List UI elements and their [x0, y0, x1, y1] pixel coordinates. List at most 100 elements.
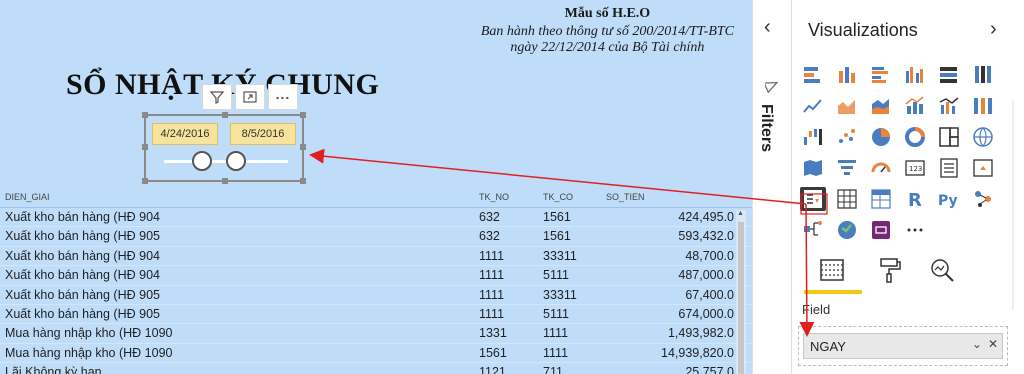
filter-icon[interactable]: [202, 84, 232, 110]
key-influencers-icon[interactable]: [970, 187, 996, 211]
power-apps-icon[interactable]: [868, 218, 894, 242]
line-chart-icon[interactable]: [800, 94, 826, 118]
start-date-input[interactable]: 4/24/2016: [152, 123, 218, 145]
resize-handle[interactable]: [222, 178, 228, 184]
svg-text:R: R: [908, 190, 922, 211]
resize-handle[interactable]: [142, 112, 148, 118]
cell-dien-giai: Xuất kho bán hàng (HĐ 905: [5, 287, 160, 302]
svg-text:123: 123: [909, 165, 922, 173]
table-scrollbar[interactable]: ▲: [736, 210, 746, 374]
scrollbar-thumb[interactable]: [738, 222, 744, 374]
column-header-tk-no[interactable]: TK_NO: [479, 186, 509, 208]
filters-pane-label[interactable]: Filters: [757, 104, 775, 152]
cell-so-tien: 1,493,982.0: [667, 326, 734, 341]
stacked-column-chart-icon[interactable]: [834, 63, 860, 87]
funnel-icon[interactable]: [834, 156, 860, 180]
cell-tk-co: 711: [543, 365, 563, 374]
donut-chart-icon[interactable]: [902, 125, 928, 149]
table-row: Mua hàng nhập kho (HĐ 1090 1331 1111 1,493,…: [0, 324, 752, 344]
fields-tab-icon[interactable]: [814, 252, 850, 288]
chevron-right-icon[interactable]: ›: [990, 18, 997, 41]
filled-map-icon[interactable]: [800, 156, 826, 180]
clustered-bar-chart-icon[interactable]: [868, 63, 894, 87]
visualizations-title: Visualizations: [808, 20, 918, 40]
map-icon[interactable]: [970, 125, 996, 149]
cell-tk-no: 1121: [479, 365, 506, 374]
stacked-bar-chart-icon[interactable]: [800, 63, 826, 87]
resize-handle[interactable]: [300, 112, 306, 118]
visualizations-pane: Visualizations › 123 R Py Field NGAY ⌄ ✕: [792, 0, 1024, 374]
kpi-icon[interactable]: [970, 156, 996, 180]
range-end-knob[interactable]: [226, 151, 246, 171]
more-options-icon[interactable]: ...: [268, 84, 298, 110]
chevron-down-icon[interactable]: ⌄: [972, 337, 982, 351]
gauge-icon[interactable]: [868, 156, 894, 180]
format-paint-roller-icon[interactable]: [872, 252, 908, 288]
more-options-label: ...: [275, 86, 291, 102]
scatter-chart-icon[interactable]: [834, 125, 860, 149]
filter-pane-icon[interactable]: [763, 78, 779, 97]
more-visuals-icon[interactable]: [902, 218, 928, 242]
form-code: Mẫu số H.E.O: [564, 6, 651, 21]
cell-tk-co: 5111: [543, 268, 569, 283]
arcgis-map-icon[interactable]: [834, 218, 860, 242]
pane-scrollbar[interactable]: [1012, 100, 1014, 310]
table-row: Xuất kho bán hàng (HĐ 905 1111 33311 67,400…: [0, 286, 752, 305]
clustered-column-chart-icon[interactable]: [902, 63, 928, 87]
stacked-area-chart-icon[interactable]: [868, 94, 894, 118]
pie-chart-icon[interactable]: [868, 125, 894, 149]
cell-so-tien: 67,400.0: [685, 287, 734, 302]
ribbon-chart-icon[interactable]: [970, 94, 996, 118]
resize-handle[interactable]: [222, 112, 228, 118]
scroll-up-icon[interactable]: ▲: [737, 210, 744, 217]
100-stacked-bar-chart-icon[interactable]: [936, 63, 962, 87]
multi-row-card-icon[interactable]: [936, 156, 962, 180]
cell-tk-co: 1561: [543, 210, 571, 224]
chevron-left-icon[interactable]: ‹: [764, 16, 771, 39]
line-and-stacked-column-icon[interactable]: [902, 94, 928, 118]
date-slicer[interactable]: 4/24/2016 8/5/2016: [142, 112, 306, 184]
cell-tk-no: 1111: [479, 306, 505, 321]
column-header-tk-co[interactable]: TK_CO: [543, 186, 573, 208]
column-header-so-tien[interactable]: SO_TIEN: [606, 186, 645, 208]
focus-mode-icon[interactable]: [235, 84, 265, 110]
journal-table: DIEN_GIAI TK_NO TK_CO SO_TIEN Xuất kho b…: [0, 186, 752, 374]
resize-handle[interactable]: [142, 144, 148, 150]
decomposition-tree-icon[interactable]: [800, 218, 826, 242]
cell-tk-co: 5111: [543, 306, 569, 321]
area-chart-icon[interactable]: [834, 94, 860, 118]
cell-dien-giai: Mua hàng nhập kho (HĐ 1090: [5, 326, 173, 341]
line-and-clustered-column-icon[interactable]: [936, 94, 962, 118]
python-icon[interactable]: Py: [936, 187, 962, 211]
cell-tk-no: 632: [479, 210, 500, 224]
cell-tk-co: 33311: [543, 248, 577, 263]
cell-so-tien: 487,000.0: [678, 268, 734, 283]
report-canvas[interactable]: Mẫu số H.E.O Ban hành theo thông tư số 2…: [0, 0, 752, 374]
waterfall-chart-icon[interactable]: [800, 125, 826, 149]
treemap-icon[interactable]: [936, 125, 962, 149]
cell-so-tien: 674,000.0: [678, 306, 734, 321]
field-pill-ngay[interactable]: NGAY ⌄ ✕: [803, 333, 1003, 359]
slicer-icon[interactable]: [800, 187, 826, 211]
r-script-icon[interactable]: R: [902, 187, 928, 211]
field-pill-label: NGAY: [810, 338, 846, 354]
field-well[interactable]: NGAY ⌄ ✕: [798, 326, 1008, 366]
100-stacked-column-chart-icon[interactable]: [970, 63, 996, 87]
resize-handle[interactable]: [300, 144, 306, 150]
cell-dien-giai: Xuất kho bán hàng (HĐ 904: [5, 248, 160, 263]
cell-tk-no: 1561: [479, 345, 507, 360]
filters-pane[interactable]: ‹ Filters: [752, 0, 792, 374]
close-icon[interactable]: ✕: [988, 337, 998, 351]
end-date-input[interactable]: 8/5/2016: [230, 123, 296, 145]
card-icon[interactable]: 123: [902, 156, 928, 180]
form-header: Mẫu số H.E.O Ban hành theo thông tư số 2…: [481, 6, 734, 56]
matrix-icon[interactable]: [868, 187, 894, 211]
column-header-dien-giai[interactable]: DIEN_GIAI: [5, 186, 50, 208]
resize-handle[interactable]: [300, 178, 306, 184]
range-start-knob[interactable]: [192, 151, 212, 171]
analytics-magnifier-icon[interactable]: [924, 252, 960, 288]
table-icon[interactable]: [834, 187, 860, 211]
table-row: Xuất kho bán hàng (HĐ 905 632 1561 593,432.…: [0, 227, 752, 247]
resize-handle[interactable]: [142, 178, 148, 184]
table-row: Mua hàng nhập kho (HĐ 1090 1561 1111 14,939…: [0, 344, 752, 364]
